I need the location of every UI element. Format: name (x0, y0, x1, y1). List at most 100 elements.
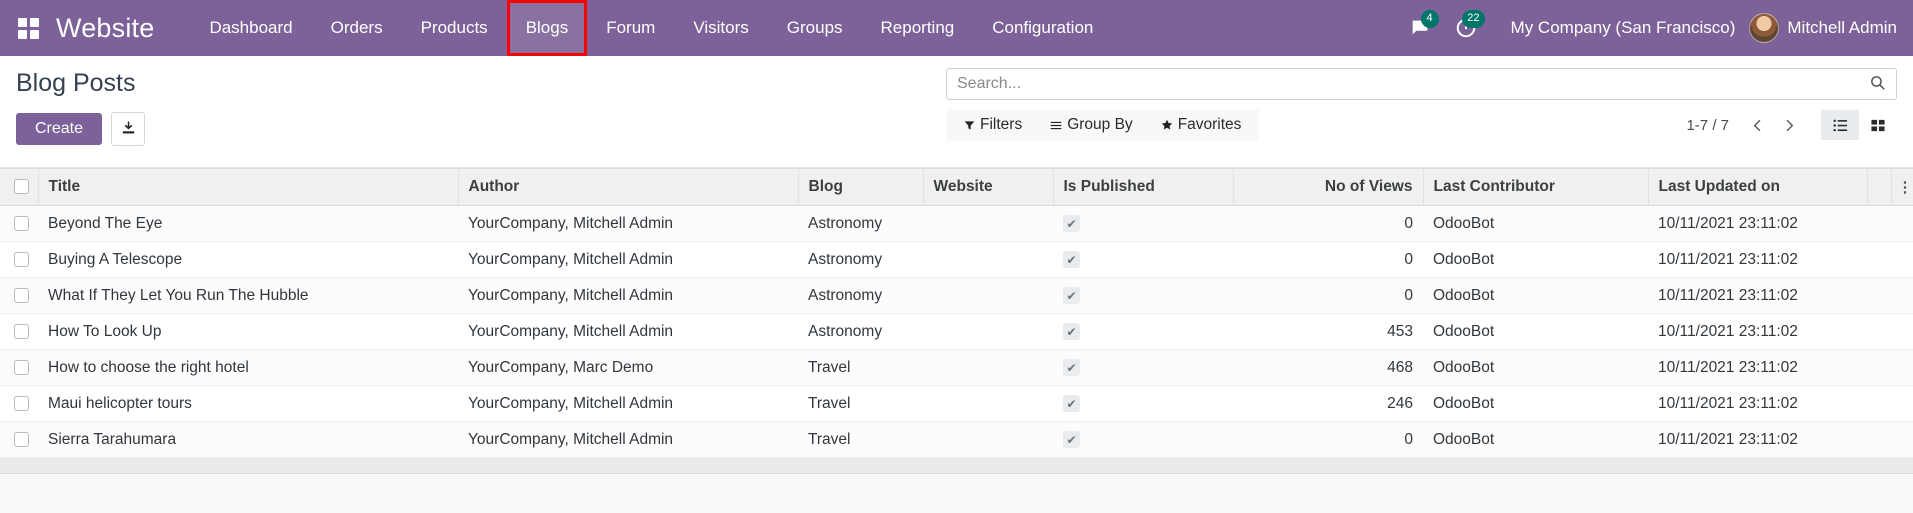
column-header-spacer (1867, 168, 1892, 206)
cell-blog: Astronomy (798, 241, 923, 278)
list-view-button[interactable] (1821, 110, 1859, 140)
column-header-website[interactable]: Website (923, 168, 1054, 206)
menu-item-visitors[interactable]: Visitors (674, 0, 767, 56)
top-navbar: Website Dashboard Orders Products Blogs Foru… (0, 0, 1913, 56)
kanban-view-button[interactable] (1859, 110, 1897, 140)
column-header-no-of-views[interactable]: No of Views (1233, 168, 1424, 206)
row-checkbox[interactable] (14, 215, 29, 231)
checkbox-unchecked[interactable] (14, 179, 29, 195)
cell-options (1891, 349, 1913, 386)
table-row[interactable]: How To Look Up YourCompany, Mitchell Admi… (0, 313, 1913, 350)
cell-last-updated: 10/11/2021 23:11:02 (1648, 313, 1867, 350)
control-panel-left: Blog Posts Create (16, 56, 946, 146)
cell-is-published[interactable]: ✔ (1053, 205, 1233, 242)
checkbox-checked-icon[interactable]: ✔ (1063, 359, 1080, 376)
chevron-left-icon (1753, 119, 1760, 131)
filters-dropdown[interactable]: Filters (950, 114, 1036, 136)
table-header-row: Title Author Blog Website Is Published N… (0, 168, 1913, 206)
row-checkbox[interactable] (14, 251, 29, 267)
row-select-cell (0, 385, 38, 422)
cell-spacer (1867, 205, 1891, 242)
favorites-label: Favorites (1177, 116, 1242, 133)
row-checkbox[interactable] (14, 395, 29, 411)
menu-item-blogs[interactable]: Blogs (506, 0, 588, 56)
search-icon[interactable] (1869, 74, 1886, 95)
funnel-icon (964, 120, 975, 130)
cell-is-published[interactable]: ✔ (1053, 421, 1233, 458)
table-row[interactable]: Maui helicopter tours YourCompany, Mitche… (0, 385, 1913, 422)
search-input[interactable] (957, 75, 1869, 93)
group-by-label: Group By (1067, 116, 1133, 133)
control-panel: Blog Posts Create Search... Filters Grou… (0, 56, 1913, 168)
row-checkbox[interactable] (14, 323, 29, 339)
messages-badge: 4 (1420, 10, 1439, 28)
cell-last-updated: 10/11/2021 23:11:02 (1648, 349, 1867, 386)
menu-item-orders[interactable]: Orders (312, 0, 402, 56)
import-button[interactable] (111, 111, 146, 146)
menu-item-configuration[interactable]: Configuration (973, 0, 1112, 56)
cell-blog: Astronomy (798, 277, 923, 314)
group-by-dropdown[interactable]: Group By (1036, 114, 1146, 136)
table-row[interactable]: Buying A Telescope YourCompany, Mitchell … (0, 241, 1913, 278)
column-header-is-published[interactable]: Is Published (1053, 168, 1234, 206)
cell-views: 0 (1233, 205, 1423, 242)
cell-spacer (1867, 277, 1891, 314)
menu-item-forum[interactable]: Forum (587, 0, 674, 56)
cell-spacer (1867, 349, 1891, 386)
checkbox-checked-icon[interactable]: ✔ (1063, 251, 1080, 268)
checkbox-checked-icon[interactable]: ✔ (1063, 395, 1080, 412)
cell-is-published[interactable]: ✔ (1053, 277, 1233, 314)
table-row[interactable]: Beyond The Eye YourCompany, Mitchell Admi… (0, 205, 1913, 242)
table-row[interactable]: How to choose the right hotel YourCompany… (0, 349, 1913, 386)
company-switcher[interactable]: My Company (San Francisco) (1511, 18, 1736, 38)
row-checkbox[interactable] (14, 431, 29, 447)
table-row[interactable]: What If They Let You Run The Hubble YourC… (0, 277, 1913, 314)
cell-is-published[interactable]: ✔ (1053, 313, 1233, 350)
menu-item-products[interactable]: Products (402, 0, 507, 56)
column-header-title[interactable]: Title (38, 168, 459, 206)
column-header-last-updated-on[interactable]: Last Updated on (1648, 168, 1868, 206)
create-button[interactable]: Create (16, 112, 103, 145)
cell-last-updated: 10/11/2021 23:11:02 (1648, 385, 1867, 422)
column-header-last-contributor[interactable]: Last Contributor (1423, 168, 1649, 206)
pager-next-button[interactable] (1775, 111, 1803, 139)
column-options-icon[interactable]: ⋮ (1898, 180, 1913, 195)
cell-blog: Astronomy (798, 205, 923, 242)
cell-is-published[interactable]: ✔ (1053, 349, 1233, 386)
apps-menu-button[interactable] (0, 0, 56, 56)
checkbox-checked-icon[interactable]: ✔ (1063, 323, 1080, 340)
cell-title: How To Look Up (38, 313, 458, 350)
checkbox-checked-icon[interactable]: ✔ (1063, 287, 1080, 304)
favorites-dropdown[interactable]: Favorites (1147, 114, 1256, 136)
search-bar[interactable] (946, 68, 1897, 100)
menu-item-dashboard[interactable]: Dashboard (190, 0, 311, 56)
menu-item-reporting[interactable]: Reporting (862, 0, 974, 56)
messages-button[interactable]: 4 (1397, 0, 1443, 56)
pager: 1-7 / 7 (1686, 110, 1897, 140)
select-all-header (0, 168, 39, 206)
list-view-icon (1832, 119, 1847, 131)
cell-last-contributor: OdooBot (1423, 277, 1648, 314)
row-checkbox[interactable] (14, 287, 29, 303)
cell-options (1891, 385, 1913, 422)
pager-range: 1-7 / 7 (1686, 116, 1729, 134)
column-options-header[interactable]: ⋮ (1891, 168, 1913, 206)
row-checkbox[interactable] (14, 359, 29, 375)
checkbox-checked-icon[interactable]: ✔ (1063, 215, 1080, 232)
table-row[interactable]: Sierra Tarahumara YourCompany, Mitchell A… (0, 421, 1913, 458)
cell-title: Beyond The Eye (38, 205, 458, 242)
menu-item-groups[interactable]: Groups (768, 0, 862, 56)
blog-posts-table: Title Author Blog Website Is Published N… (0, 168, 1913, 458)
checkbox-checked-icon[interactable]: ✔ (1063, 431, 1080, 448)
cell-spacer (1867, 421, 1891, 458)
activities-button[interactable]: 22 (1443, 0, 1489, 56)
cell-blog: Astronomy (798, 313, 923, 350)
column-header-blog[interactable]: Blog (798, 168, 924, 206)
column-header-author[interactable]: Author (458, 168, 799, 206)
cell-last-updated: 10/11/2021 23:11:02 (1648, 421, 1867, 458)
pager-previous-button[interactable] (1743, 111, 1771, 139)
user-menu[interactable]: Mitchell Admin (1749, 13, 1897, 43)
chevron-right-icon (1786, 119, 1793, 131)
cell-is-published[interactable]: ✔ (1053, 241, 1233, 278)
cell-is-published[interactable]: ✔ (1053, 385, 1233, 422)
